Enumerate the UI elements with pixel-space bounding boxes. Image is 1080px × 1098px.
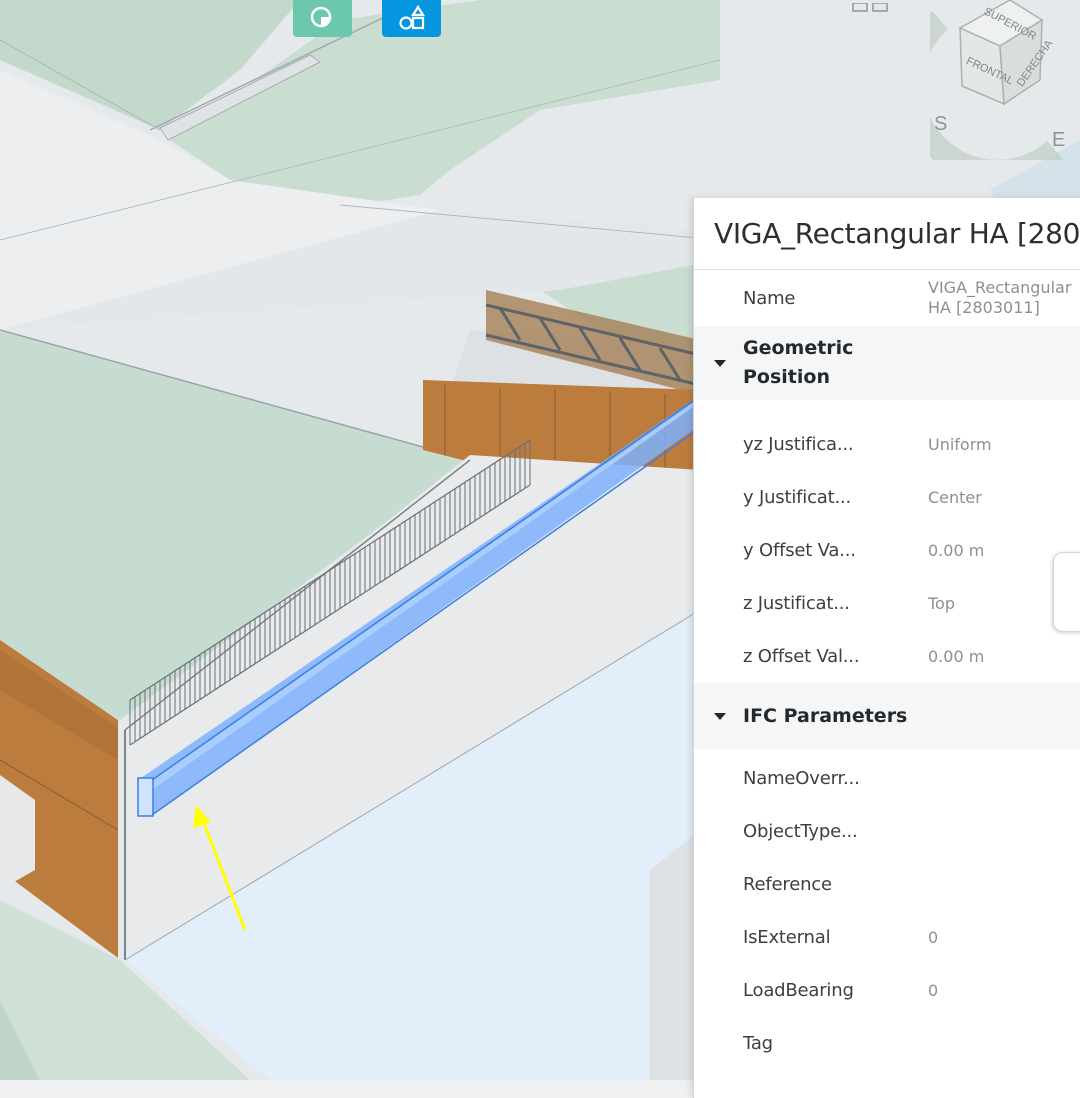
property-row: y Offset Va... 0.00 m (694, 524, 1080, 577)
property-key: y Justificat... (743, 487, 852, 508)
section-geometric-position[interactable]: Geometric Position (694, 326, 1080, 400)
layout-icon[interactable] (852, 0, 892, 12)
property-value: Uniform (928, 435, 992, 454)
compass-s-label: S (934, 113, 947, 135)
section-title: IFC Parameters (743, 705, 908, 727)
model-browser-icon (310, 6, 331, 27)
caret-down-icon[interactable] (714, 359, 726, 367)
property-key: y Offset Va... (743, 540, 856, 561)
property-value: Center (928, 488, 982, 507)
compass-e-label: E (1052, 129, 1065, 151)
property-row: z Justificat... Top (694, 577, 1080, 630)
section-ifc-parameters[interactable]: IFC Parameters (694, 683, 1080, 749)
model-browser-button[interactable] (293, 0, 352, 37)
property-key: Name (743, 287, 796, 309)
property-row: LoadBearing 0 (694, 964, 1080, 1017)
property-value: 0 (928, 928, 939, 947)
property-value: 0.00 m (928, 541, 985, 560)
property-row: ObjectType... (694, 805, 1080, 858)
property-row: yz Justifica... Uniform (694, 418, 1080, 471)
object-tree-button[interactable] (382, 0, 441, 37)
panel-resize-handle[interactable] (1053, 552, 1080, 632)
property-row: NameOverr... (694, 752, 1080, 805)
property-row: Reference (694, 858, 1080, 911)
property-key: z Offset Val... (743, 646, 860, 667)
section-title: Geometric Position (743, 334, 853, 392)
properties-panel[interactable]: VIGA_Rectangular HA [2803011] Name VIGA_… (693, 198, 1080, 1098)
property-key: Tag (743, 1033, 773, 1054)
property-key: NameOverr... (743, 768, 860, 789)
property-row: Tag (694, 1017, 1080, 1070)
view-cube[interactable]: S E SUPERIOR FRONTAL DERECHA (898, 0, 1080, 184)
property-row: y Justificat... Center (694, 471, 1080, 524)
property-key: Reference (743, 874, 832, 895)
property-key: yz Justifica... (743, 434, 854, 455)
property-value: Top (928, 594, 955, 613)
property-value: 0.00 m (928, 647, 985, 666)
object-tree-icon (398, 4, 425, 30)
property-value: VIGA_Rectangular HA [2803011] (928, 278, 1072, 317)
property-key: IsExternal (743, 927, 831, 948)
section-title-line2: Position (743, 366, 830, 388)
section-title-line1: Geometric (743, 337, 854, 359)
properties-title: VIGA_Rectangular HA [2803011] (694, 198, 1080, 270)
property-row: z Offset Val... 0.00 m (694, 630, 1080, 683)
caret-down-icon[interactable] (714, 712, 726, 720)
property-value: 0 (928, 981, 939, 1000)
property-key: ObjectType... (743, 821, 858, 842)
property-key: z Justificat... (743, 593, 850, 614)
property-key: LoadBearing (743, 980, 854, 1001)
property-row: IsExternal 0 (694, 911, 1080, 964)
property-row-name: Name VIGA_Rectangular HA [2803011] (694, 270, 1080, 326)
